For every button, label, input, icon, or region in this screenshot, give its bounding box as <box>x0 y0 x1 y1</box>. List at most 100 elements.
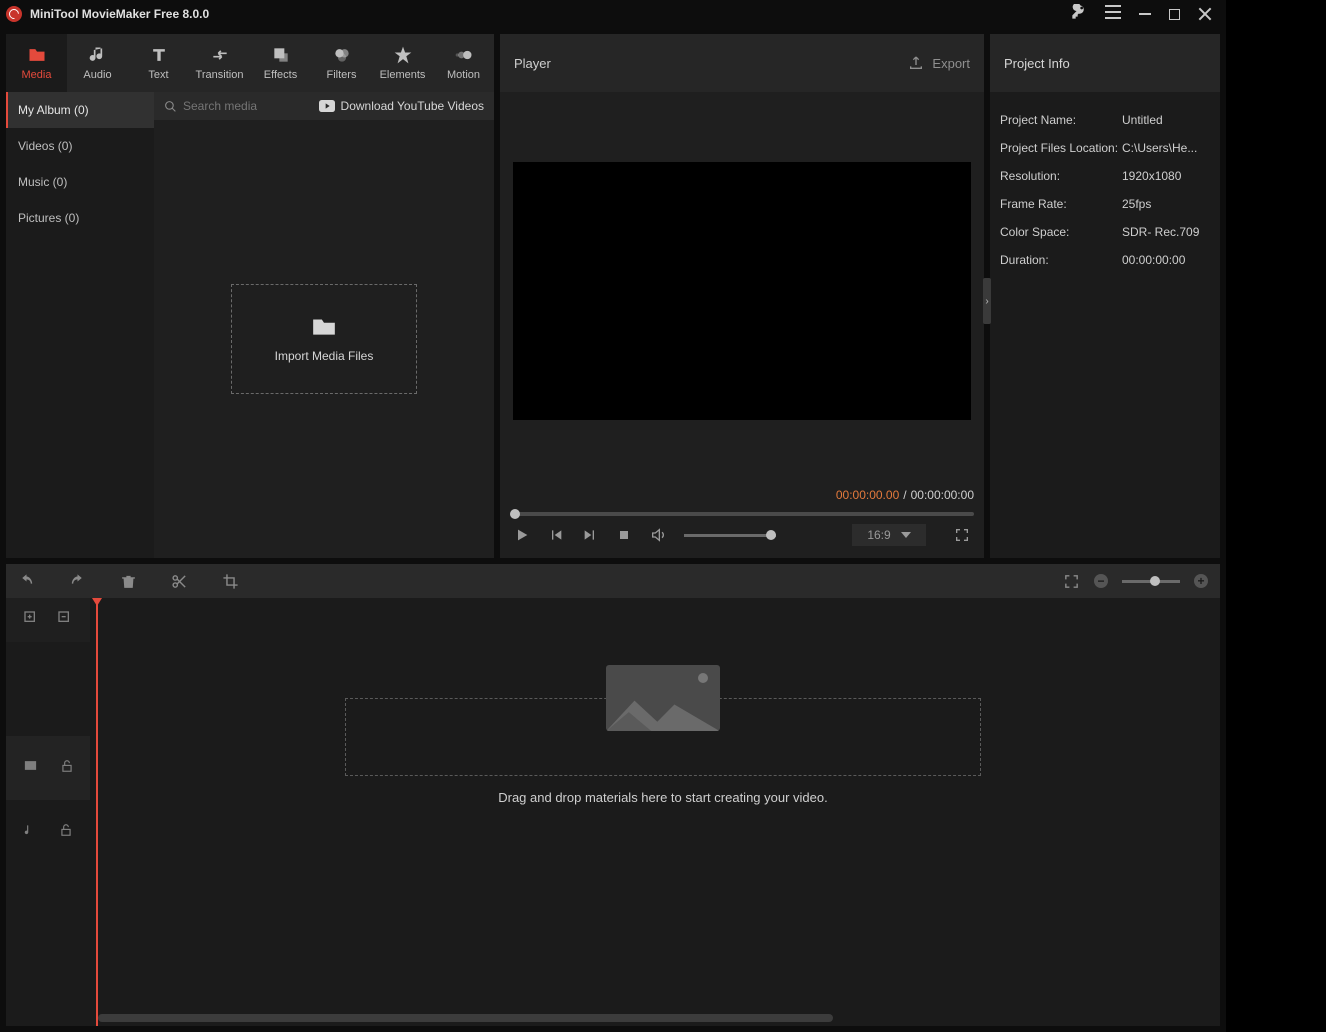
sidebar-item-my-album[interactable]: My Album (0) <box>6 92 154 128</box>
player-panel: Player Export 00:00:00.00 / 00:00:00:00 <box>500 34 984 558</box>
unlock-icon <box>59 823 73 837</box>
media-area: Download YouTube Videos Import Media Fil… <box>154 92 494 558</box>
tab-motion[interactable]: Motion <box>433 34 494 92</box>
mute-button[interactable] <box>650 527 666 543</box>
zoom-out-button[interactable]: − <box>1094 574 1108 588</box>
music-icon <box>23 823 37 837</box>
next-frame-button[interactable] <box>582 527 598 543</box>
info-value: 00:00:00:00 <box>1122 253 1210 267</box>
export-label: Export <box>932 56 970 71</box>
timeline-tracks-area[interactable]: Drag and drop materials here to start cr… <box>90 598 1220 1026</box>
sidebar-item-label: Music (0) <box>18 175 67 189</box>
library-body: My Album (0) Videos (0) Music (0) Pictur… <box>6 92 494 558</box>
video-preview <box>513 162 971 420</box>
zoom-thumb[interactable] <box>1150 576 1160 586</box>
volume-slider[interactable] <box>684 534 776 537</box>
timeline-header-tools <box>6 598 90 642</box>
playhead[interactable] <box>96 598 98 1026</box>
prev-frame-button[interactable] <box>548 527 564 543</box>
info-row-location: Project Files Location:C:\Users\He... <box>1000 134 1210 162</box>
video-track-header <box>6 736 90 800</box>
window-close-icon[interactable] <box>1198 7 1212 21</box>
track-visibility-button[interactable] <box>23 758 38 778</box>
info-label: Color Space: <box>1000 225 1122 239</box>
redo-button[interactable] <box>69 573 86 590</box>
total-time: 00:00:00:00 <box>911 488 974 502</box>
stop-icon <box>616 527 632 543</box>
tab-elements[interactable]: Elements <box>372 34 433 92</box>
play-button[interactable] <box>514 527 530 543</box>
tab-media[interactable]: Media <box>6 34 67 92</box>
timeline-dropzone[interactable]: Drag and drop materials here to start cr… <box>345 698 981 805</box>
track-lock-button[interactable] <box>59 823 73 842</box>
crop-button[interactable] <box>222 573 239 590</box>
tab-text-label: Text <box>148 69 168 81</box>
time-display: 00:00:00.00 / 00:00:00:00 <box>510 488 974 502</box>
aspect-ratio-dropdown[interactable]: 16:9 <box>852 524 926 546</box>
download-youtube-button[interactable]: Download YouTube Videos <box>319 99 484 113</box>
search-input[interactable] <box>183 99 293 113</box>
volume-thumb[interactable] <box>766 530 776 540</box>
library-sidebar: My Album (0) Videos (0) Music (0) Pictur… <box>6 92 154 558</box>
tab-effects-label: Effects <box>264 69 297 81</box>
app-logo-icon <box>6 6 22 22</box>
music-note-icon <box>88 45 108 65</box>
app-window: MiniTool MovieMaker Free 8.0.0 Media <box>0 0 1226 1032</box>
project-info-header: Project Info <box>990 34 1220 92</box>
window-minimize-icon[interactable] <box>1139 13 1151 15</box>
titlebar: MiniTool MovieMaker Free 8.0.0 <box>0 0 1226 28</box>
info-value: Untitled <box>1122 113 1210 127</box>
timeline-scrollbar[interactable] <box>98 1014 1212 1022</box>
folder-icon <box>27 45 47 65</box>
text-icon <box>149 45 169 65</box>
seek-bar[interactable] <box>510 512 974 516</box>
import-media-button[interactable]: Import Media Files <box>231 284 417 394</box>
remove-track-button[interactable] <box>57 610 73 631</box>
timeline-toolbar: − + <box>6 564 1220 598</box>
timeline-panel: Drag and drop materials here to start cr… <box>6 598 1220 1026</box>
add-track-icon <box>23 610 39 626</box>
zoom-in-button[interactable]: + <box>1194 574 1208 588</box>
project-info-panel: Project Info › Project Name:Untitled Pro… <box>990 34 1220 558</box>
upgrade-key-icon[interactable] <box>1071 4 1087 25</box>
add-track-button[interactable] <box>23 610 39 631</box>
tab-filters[interactable]: Filters <box>311 34 372 92</box>
unlock-icon <box>60 759 74 773</box>
info-value: C:\Users\He... <box>1122 141 1210 155</box>
sidebar-item-music[interactable]: Music (0) <box>6 164 154 200</box>
tab-transition[interactable]: Transition <box>189 34 250 92</box>
hamburger-menu-icon[interactable] <box>1105 5 1121 24</box>
track-lock-button[interactable] <box>60 759 74 778</box>
stop-button[interactable] <box>616 527 632 543</box>
timeline-scrollbar-thumb[interactable] <box>98 1014 833 1022</box>
time-separator: / <box>903 488 906 502</box>
download-youtube-label: Download YouTube Videos <box>341 99 484 113</box>
sidebar-item-pictures[interactable]: Pictures (0) <box>6 200 154 236</box>
player-title: Player <box>514 56 551 71</box>
info-row-name: Project Name:Untitled <box>1000 106 1210 134</box>
window-maximize-icon[interactable] <box>1169 9 1180 20</box>
tab-effects[interactable]: Effects <box>250 34 311 92</box>
split-button[interactable] <box>171 573 188 590</box>
fullscreen-icon <box>954 527 970 543</box>
undo-button[interactable] <box>18 573 35 590</box>
export-icon <box>908 55 924 71</box>
zoom-slider[interactable] <box>1122 580 1180 583</box>
export-button[interactable]: Export <box>908 55 970 71</box>
tab-media-label: Media <box>22 69 52 81</box>
track-mute-button[interactable] <box>23 823 37 842</box>
tab-text[interactable]: Text <box>128 34 189 92</box>
fit-timeline-button[interactable] <box>1063 573 1080 590</box>
play-icon <box>514 527 530 543</box>
fullscreen-button[interactable] <box>954 527 970 543</box>
fit-icon <box>1063 573 1080 590</box>
sidebar-item-videos[interactable]: Videos (0) <box>6 128 154 164</box>
collapse-panel-button[interactable]: › <box>983 278 991 324</box>
seek-thumb[interactable] <box>510 509 520 519</box>
media-drop-area: Import Media Files <box>154 120 494 558</box>
delete-button[interactable] <box>120 573 137 590</box>
tab-transition-label: Transition <box>196 69 244 81</box>
tab-audio[interactable]: Audio <box>67 34 128 92</box>
media-toolbar: Download YouTube Videos <box>154 92 494 120</box>
current-time: 00:00:00.00 <box>836 488 899 502</box>
